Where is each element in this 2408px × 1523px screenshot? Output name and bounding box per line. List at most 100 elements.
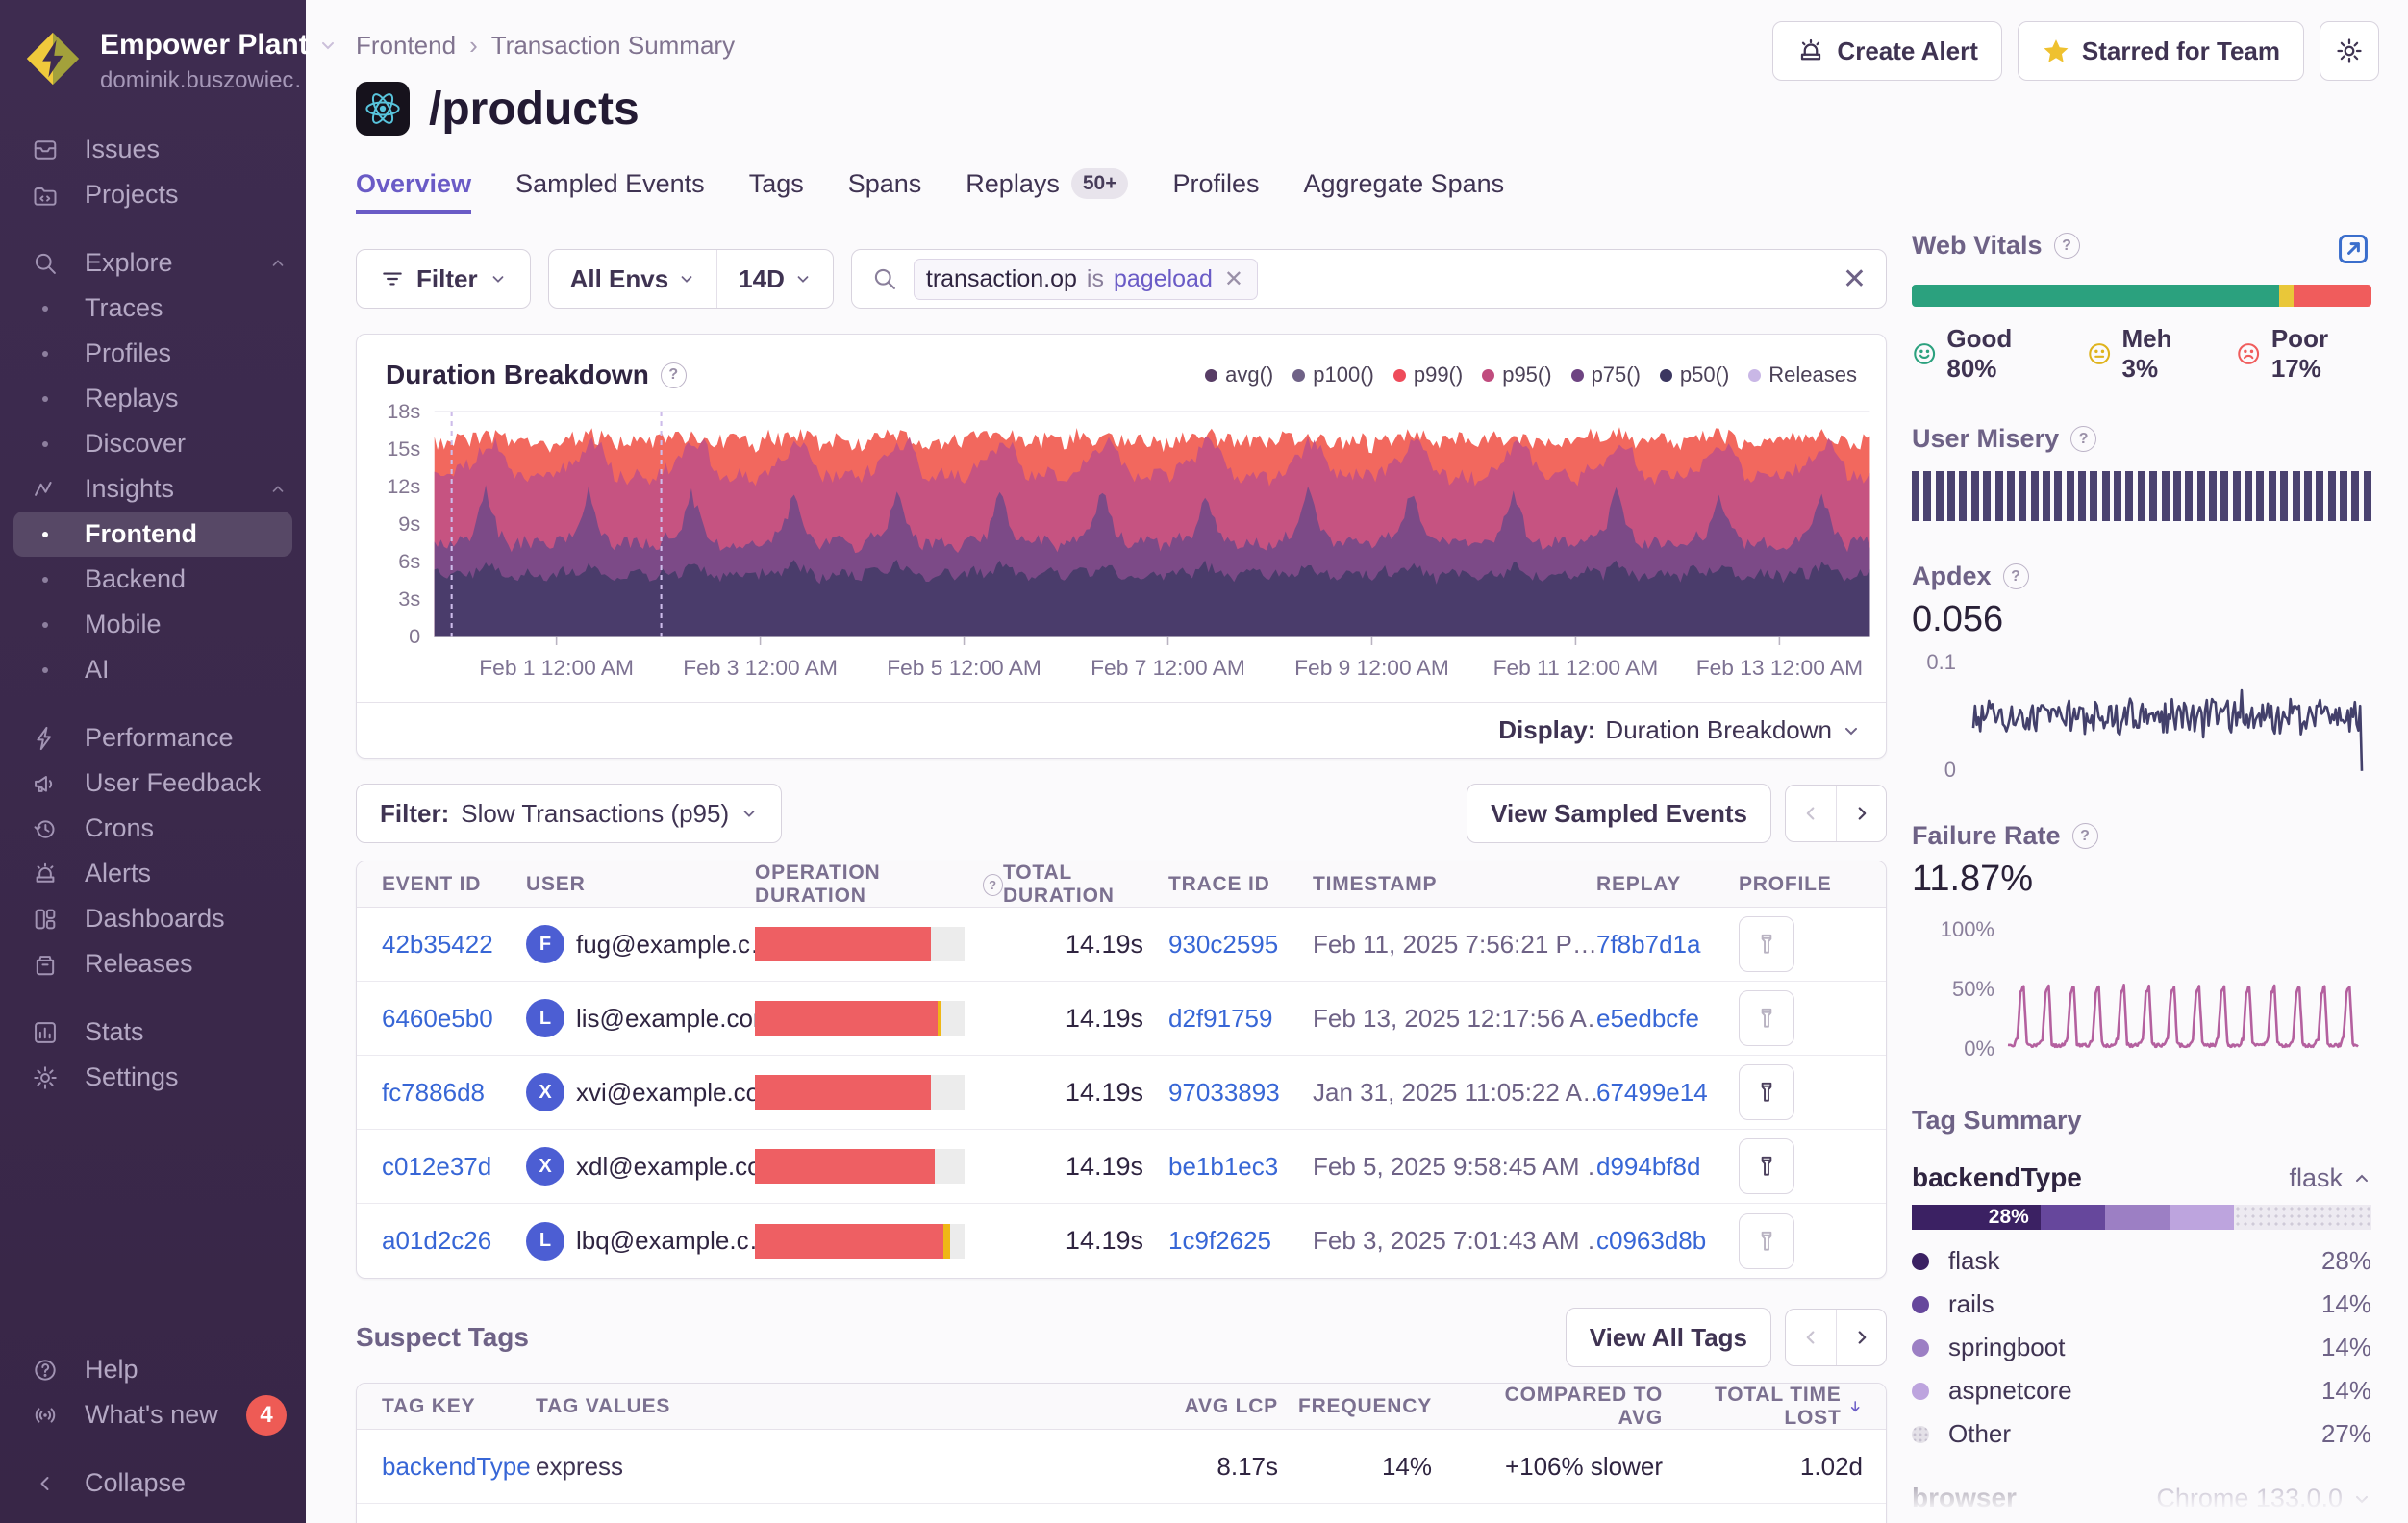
tag-distribution-bar[interactable]: 28% bbox=[1912, 1205, 2371, 1230]
help-circle-icon[interactable]: ? bbox=[2072, 823, 2098, 849]
sidebar-item-ai[interactable]: AI bbox=[0, 647, 306, 692]
sort-descending-icon[interactable] bbox=[1847, 1397, 1863, 1416]
profile-button[interactable] bbox=[1739, 1213, 1794, 1269]
legend-p75[interactable]: p75() bbox=[1571, 362, 1641, 387]
tab-spans[interactable]: Spans bbox=[848, 168, 922, 214]
event-id-link[interactable]: 6460e5b0 bbox=[382, 1004, 526, 1034]
org-switcher[interactable]: Empower Plant dominik.buszowiec… bbox=[0, 0, 306, 119]
legend-p99[interactable]: p99() bbox=[1393, 362, 1463, 387]
replay-link[interactable]: e5edbcfe bbox=[1596, 1004, 1739, 1034]
replay-link[interactable]: 7f8b7d1a bbox=[1596, 930, 1739, 960]
tab-tags[interactable]: Tags bbox=[749, 168, 804, 214]
pager-prev-button[interactable] bbox=[1786, 1310, 1836, 1365]
profile-button[interactable] bbox=[1739, 1138, 1794, 1194]
trace-id-link[interactable]: 930c2595 bbox=[1168, 930, 1313, 960]
tag-value-selector[interactable]: Chrome 133.0.0 bbox=[2156, 1484, 2371, 1513]
org-name: Empower Plant bbox=[100, 29, 309, 62]
search-input[interactable]: transaction.op is pageload ✕ ✕ bbox=[851, 249, 1887, 309]
trace-id-link[interactable]: d2f91759 bbox=[1168, 1004, 1313, 1034]
insights-icon bbox=[29, 476, 62, 503]
sidebar-item-crons[interactable]: Crons bbox=[0, 806, 306, 851]
profile-button[interactable] bbox=[1739, 990, 1794, 1046]
sidebar-item-discover[interactable]: Discover bbox=[0, 421, 306, 466]
help-circle-icon[interactable]: ? bbox=[661, 362, 687, 388]
legend-p50[interactable]: p50() bbox=[1660, 362, 1729, 387]
sidebar-item-frontend[interactable]: Frontend bbox=[13, 512, 292, 557]
sidebar-item-mobile[interactable]: Mobile bbox=[0, 602, 306, 647]
svg-text:Feb 5 12:00 AM: Feb 5 12:00 AM bbox=[887, 656, 1041, 680]
sidebar-item-whats-new[interactable]: What's new 4 bbox=[0, 1392, 306, 1437]
search-clear-icon[interactable]: ✕ bbox=[1843, 262, 1867, 296]
filter-button[interactable]: Filter bbox=[356, 249, 531, 309]
tab-aggregate-spans[interactable]: Aggregate Spans bbox=[1304, 168, 1505, 214]
legend-releases[interactable]: Releases bbox=[1748, 362, 1857, 387]
list-item[interactable]: rails14% bbox=[1912, 1283, 2371, 1326]
tab-sampled-events[interactable]: Sampled Events bbox=[515, 168, 705, 214]
sidebar-item-performance[interactable]: Performance bbox=[0, 715, 306, 761]
tab-overview[interactable]: Overview bbox=[356, 168, 471, 214]
list-item[interactable]: aspnetcore14% bbox=[1912, 1369, 2371, 1412]
profile-button[interactable] bbox=[1739, 1064, 1794, 1120]
help-circle-icon[interactable]: ? bbox=[2070, 426, 2096, 452]
sidebar-item-backend[interactable]: Backend bbox=[0, 557, 306, 602]
help-circle-icon[interactable]: ? bbox=[983, 874, 1003, 896]
sidebar-item-releases[interactable]: Releases bbox=[0, 941, 306, 986]
sidebar-item-stats[interactable]: Stats bbox=[0, 1010, 306, 1055]
list-item[interactable]: springboot14% bbox=[1912, 1326, 2371, 1369]
tab-profiles[interactable]: Profiles bbox=[1172, 168, 1259, 214]
sidebar-item-replays[interactable]: Replays bbox=[0, 376, 306, 421]
sidebar-item-alerts[interactable]: Alerts bbox=[0, 851, 306, 896]
display-selector[interactable]: Display: Duration Breakdown bbox=[357, 702, 1886, 758]
help-circle-icon[interactable]: ? bbox=[2003, 563, 2029, 589]
view-sampled-events-button[interactable]: View Sampled Events bbox=[1467, 784, 1771, 843]
list-item[interactable]: Other27% bbox=[1912, 1412, 2371, 1456]
sidebar-item-dashboards[interactable]: Dashboards bbox=[0, 896, 306, 941]
sidebar-item-traces[interactable]: Traces bbox=[0, 286, 306, 331]
sidebar-group-insights[interactable]: Insights bbox=[0, 466, 306, 512]
event-id-link[interactable]: c012e37d bbox=[382, 1152, 526, 1182]
sidebar-item-profiles[interactable]: Profiles bbox=[0, 331, 306, 376]
starred-for-team-button[interactable]: Starred for Team bbox=[2018, 21, 2304, 81]
tag-key-link[interactable]: backendType bbox=[382, 1452, 536, 1482]
replay-link[interactable]: c0963d8b bbox=[1596, 1226, 1739, 1256]
summary-settings-button[interactable] bbox=[2320, 21, 2379, 81]
sidebar-item-projects[interactable]: Projects bbox=[0, 172, 306, 217]
apdex-value: 0.056 bbox=[1912, 599, 2371, 640]
trace-id-link[interactable]: be1b1ec3 bbox=[1168, 1152, 1313, 1182]
token-remove-icon[interactable]: ✕ bbox=[1222, 265, 1245, 293]
transactions-filter-button[interactable]: Filter: Slow Transactions (p95) bbox=[356, 784, 782, 843]
pager-prev-button[interactable] bbox=[1786, 786, 1836, 841]
sidebar-item-issues[interactable]: Issues bbox=[0, 127, 306, 172]
legend-p100[interactable]: p100() bbox=[1292, 362, 1374, 387]
sidebar-item-settings[interactable]: Settings bbox=[0, 1055, 306, 1100]
replay-link[interactable]: d994bf8d bbox=[1596, 1152, 1739, 1182]
pager-next-button[interactable] bbox=[1836, 1310, 1886, 1365]
event-id-link[interactable]: a01d2c26 bbox=[382, 1226, 526, 1256]
list-item[interactable]: flask28% bbox=[1912, 1239, 2371, 1283]
trace-id-link[interactable]: 97033893 bbox=[1168, 1078, 1313, 1108]
event-id-link[interactable]: 42b35422 bbox=[382, 930, 526, 960]
external-link-icon[interactable] bbox=[2335, 231, 2371, 267]
environment-selector[interactable]: All Envs bbox=[549, 250, 717, 308]
sidebar-item-help[interactable]: Help bbox=[0, 1347, 306, 1392]
sidebar-group-explore[interactable]: Explore bbox=[0, 240, 306, 286]
tag-value-selector[interactable]: flask bbox=[2289, 1163, 2371, 1193]
event-id-link[interactable]: fc7886d8 bbox=[382, 1078, 526, 1108]
sidebar-collapse-button[interactable]: Collapse bbox=[0, 1461, 306, 1506]
profile-button[interactable] bbox=[1739, 916, 1794, 972]
view-all-tags-button[interactable]: View All Tags bbox=[1566, 1308, 1771, 1367]
svg-text:18s: 18s bbox=[387, 400, 420, 423]
help-circle-icon[interactable]: ? bbox=[2054, 233, 2080, 259]
legend-avg[interactable]: avg() bbox=[1205, 362, 1273, 387]
date-range-selector[interactable]: 14D bbox=[716, 250, 833, 308]
breadcrumb-frontend[interactable]: Frontend bbox=[356, 31, 456, 61]
search-token[interactable]: transaction.op is pageload ✕ bbox=[914, 259, 1258, 300]
failure-rate-value: 11.87% bbox=[1912, 859, 2371, 900]
pager-next-button[interactable] bbox=[1836, 786, 1886, 841]
trace-id-link[interactable]: 1c9f2625 bbox=[1168, 1226, 1313, 1256]
replay-link[interactable]: 67499e14 bbox=[1596, 1078, 1739, 1108]
legend-p95[interactable]: p95() bbox=[1482, 362, 1551, 387]
failure-rate-chart: 100%50%0% bbox=[1912, 906, 2368, 1061]
sidebar-item-user-feedback[interactable]: User Feedback bbox=[0, 761, 306, 806]
tab-replays[interactable]: Replays50+ bbox=[966, 168, 1128, 214]
